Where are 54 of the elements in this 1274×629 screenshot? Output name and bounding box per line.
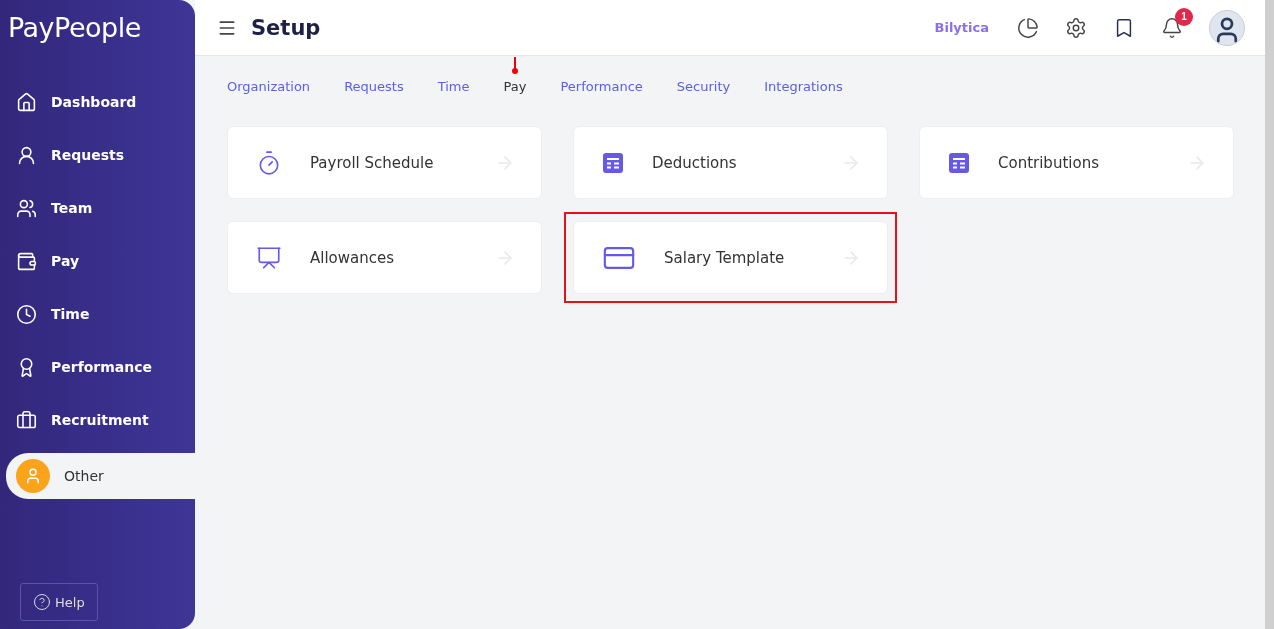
page-title: Setup	[251, 15, 322, 40]
nav-item[interactable]: Team	[0, 188, 195, 228]
card-label: Payroll Schedule	[310, 153, 435, 172]
nav-label: Dashboard	[51, 94, 137, 110]
home-icon	[16, 91, 37, 113]
nav-label: Team	[51, 200, 93, 216]
logo: PayPeople	[7, 11, 142, 45]
clock-icon	[16, 303, 37, 325]
help-button[interactable]: Help	[20, 583, 98, 621]
avatar[interactable]	[1209, 9, 1245, 46]
tab[interactable]: Requests	[344, 76, 404, 96]
table-icon	[948, 151, 970, 174]
wallet-icon	[16, 250, 37, 272]
tab[interactable]: Performance	[560, 76, 643, 96]
setup-card[interactable]: Deductions	[573, 126, 888, 199]
help-icon	[33, 593, 51, 611]
setup-card[interactable]: Salary Template	[573, 221, 888, 294]
setup-card[interactable]: Allowances	[227, 221, 542, 294]
nav-item[interactable]: Dashboard	[0, 82, 195, 122]
nav-label: Performance	[51, 359, 153, 375]
active-tab-marker	[514, 57, 516, 71]
nav-item[interactable]: Time	[0, 294, 195, 334]
nav-item[interactable]: Pay	[0, 241, 195, 281]
presenter-icon	[256, 244, 282, 271]
nav-item[interactable]: Other	[6, 453, 195, 499]
nav-label: Pay	[51, 253, 80, 269]
card-label: Contributions	[998, 153, 1100, 172]
nav-item[interactable]: Performance	[0, 347, 195, 387]
nav-label: Time	[51, 306, 90, 322]
tab[interactable]: Security	[676, 76, 731, 96]
settings-icon	[1065, 16, 1087, 39]
table-icon	[602, 151, 624, 174]
nav-label: Recruitment	[51, 412, 149, 428]
tab[interactable]: Organization	[227, 76, 311, 96]
scrollbar[interactable]	[1265, 0, 1274, 629]
card-label: Deductions	[652, 153, 738, 172]
nav-label: Other	[64, 468, 104, 484]
nav-item[interactable]: Requests	[0, 135, 195, 175]
tab[interactable]: Time	[437, 76, 470, 96]
pie-chart-icon	[1017, 16, 1039, 39]
user-icon	[16, 459, 50, 493]
user-icon	[16, 144, 37, 166]
tab[interactable]: Integrations	[764, 76, 843, 96]
nav-item[interactable]: Recruitment	[0, 400, 195, 440]
card-label: Allowances	[310, 248, 396, 267]
company-name: Bilytica	[934, 20, 989, 35]
card-label: Salary Template	[664, 248, 786, 267]
nav-label: Requests	[51, 147, 125, 163]
setup-card[interactable]: Contributions	[919, 126, 1234, 199]
notification-badge: 1	[1175, 7, 1193, 26]
setup-card[interactable]: Payroll Schedule	[227, 126, 542, 199]
bell-icon	[1161, 16, 1183, 39]
briefcase-icon	[16, 409, 37, 431]
team-icon	[16, 197, 37, 219]
